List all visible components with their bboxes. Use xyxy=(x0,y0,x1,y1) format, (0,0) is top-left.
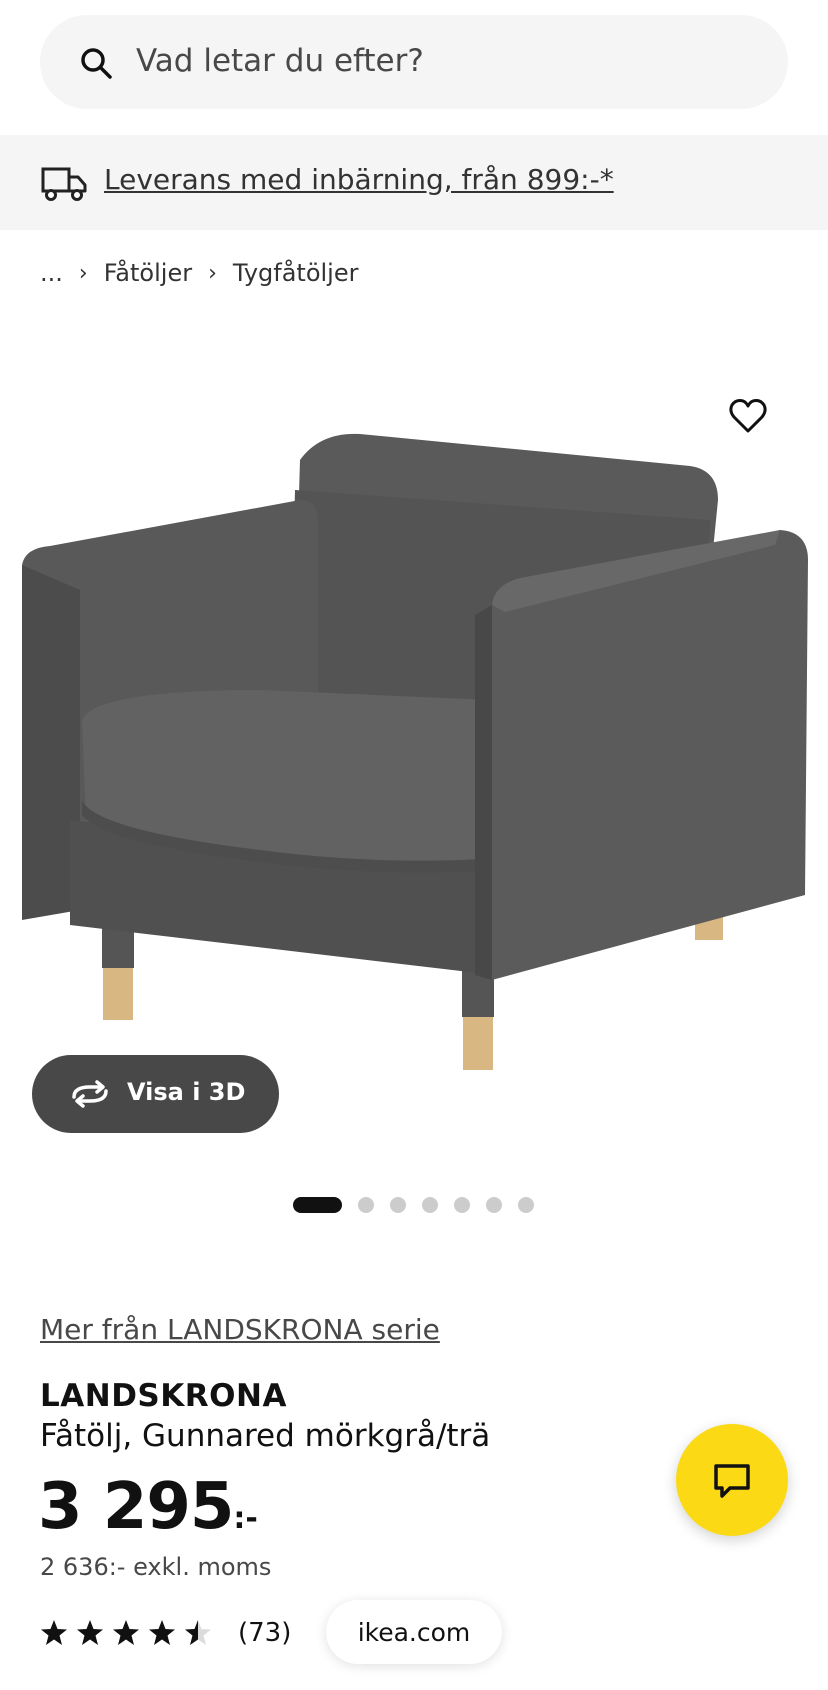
breadcrumb-ellipsis[interactable]: ... xyxy=(40,259,63,287)
price-main: 3 295 xyxy=(38,1470,234,1544)
carousel-dot[interactable] xyxy=(454,1197,470,1213)
carousel-dot[interactable] xyxy=(486,1197,502,1213)
browser-domain-pill[interactable]: ikea.com xyxy=(326,1600,502,1664)
chat-button[interactable] xyxy=(676,1424,788,1536)
series-link[interactable]: Mer från LANDSKRONA serie xyxy=(40,1313,440,1346)
carousel-dot[interactable] xyxy=(422,1197,438,1213)
delivery-banner: Leverans med inbärning, från 899:-* xyxy=(0,135,828,230)
review-count[interactable]: (73) xyxy=(238,1618,291,1648)
carousel-dot[interactable] xyxy=(390,1197,406,1213)
chat-icon xyxy=(714,1464,750,1498)
star-icon xyxy=(77,1620,103,1645)
breadcrumb-item-tygfatoljer[interactable]: Tygfåtöljer xyxy=(233,259,359,287)
star-half-icon xyxy=(185,1620,211,1645)
product-name: LANDSKRONA xyxy=(40,1378,287,1414)
carousel-dot-active[interactable] xyxy=(293,1197,342,1213)
breadcrumb: ... › Fåtöljer › Tygfåtöljer xyxy=(40,258,358,288)
leg-front-right xyxy=(463,1015,493,1070)
carousel-dots xyxy=(293,1197,550,1213)
rating[interactable]: (73) xyxy=(40,1618,291,1648)
carousel-dot[interactable] xyxy=(358,1197,374,1213)
delivery-link[interactable]: Leverans med inbärning, från 899:-* xyxy=(104,163,614,196)
carousel-dot[interactable] xyxy=(518,1197,534,1213)
product-image[interactable] xyxy=(0,330,828,1170)
truck-icon xyxy=(41,167,87,201)
view-3d-button[interactable]: Visa i 3D xyxy=(32,1055,279,1133)
rotate-icon xyxy=(72,1080,108,1108)
chevron-right-icon: › xyxy=(208,260,217,286)
chevron-right-icon: › xyxy=(78,260,88,286)
view-3d-label: Visa i 3D xyxy=(127,1078,246,1106)
breadcrumb-item-fatoljer[interactable]: Fåtöljer xyxy=(104,259,192,287)
search-input[interactable]: Vad letar du efter? xyxy=(136,43,424,79)
product-description: Fåtölj, Gunnared mörkgrå/trä xyxy=(40,1418,491,1454)
price-ex-vat: 2 636:- exkl. moms xyxy=(40,1553,272,1581)
heart-icon[interactable] xyxy=(728,396,768,436)
price-suffix: :- xyxy=(233,1501,258,1536)
star-icon xyxy=(149,1620,175,1645)
price: 3 295 :- xyxy=(38,1470,258,1544)
search-bar[interactable]: Vad letar du efter? xyxy=(40,15,788,109)
star-icon xyxy=(113,1620,139,1645)
search-icon xyxy=(81,48,112,79)
star-icon xyxy=(41,1620,67,1645)
leg-front-left xyxy=(103,965,133,1020)
